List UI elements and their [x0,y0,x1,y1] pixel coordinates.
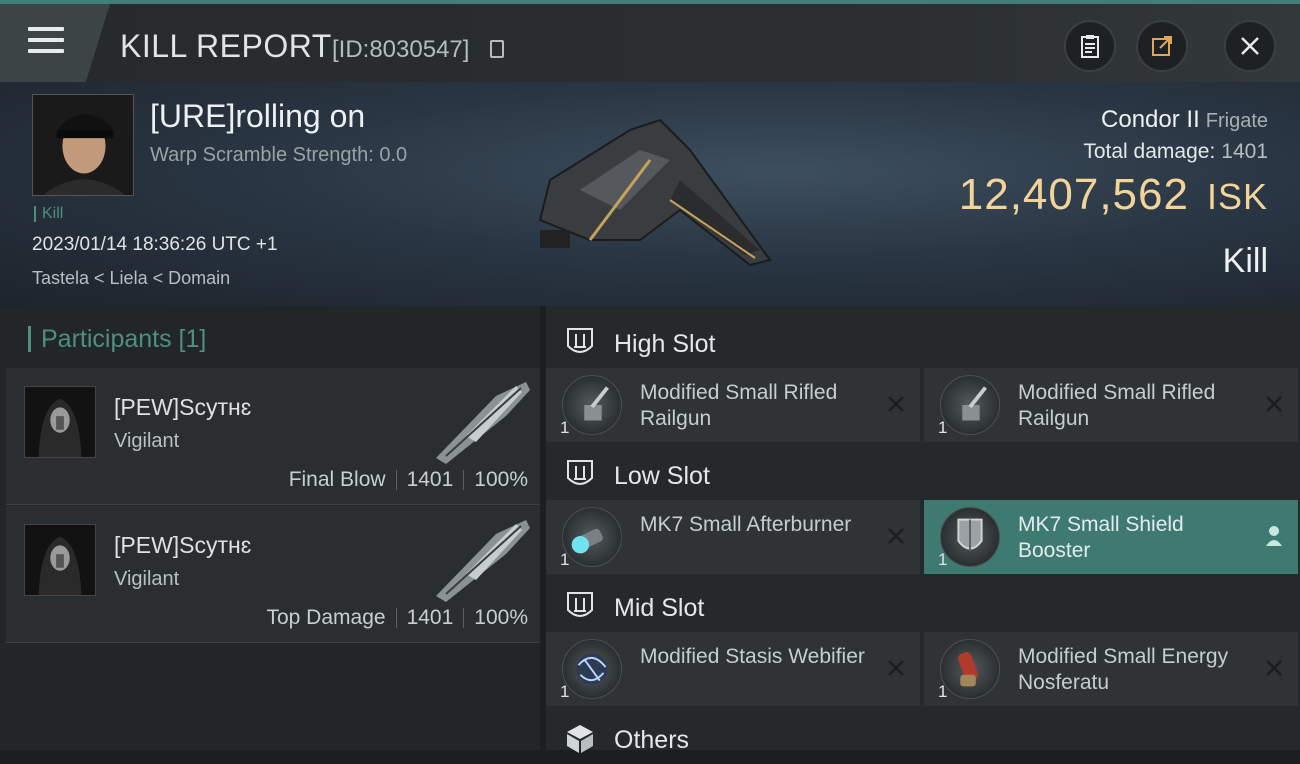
ship-name: Condor II [1101,106,1200,133]
hamburger-icon [28,27,64,53]
menu-button[interactable] [0,4,110,82]
module-name: Modified Small Rifled Railgun [1018,381,1216,430]
module-quantity: 1 [938,418,948,437]
cube-icon [567,725,593,753]
total-damage-value: 1401 [1221,140,1268,163]
mid-slot-icon [567,592,593,617]
module-item[interactable]: 1 Modified Small Rifled Railgun [924,368,1298,442]
participant-role: Final Blow [288,468,386,491]
participant-stats: Top Damage 1401 100% [266,606,528,630]
total-damage-label: Total damage: [1083,140,1216,163]
module-item[interactable]: 1 Modified Small Energy Nosferatu [924,632,1298,706]
destroyed-x-icon [1266,660,1282,676]
victim-ship[interactable]: Condor II Frigate [1101,106,1268,134]
destroyed-x-icon [1266,396,1282,412]
participants-panel: Participants [1] [PEW]Scутнɛ Vigilant Fi… [0,306,540,750]
module-name: Modified Small Rifled Railgun [640,381,838,430]
kill-location[interactable]: Tastela < Liela < Domain [32,268,230,289]
participant-name: [PEW]Scутнɛ [114,394,252,420]
fitting-panel: High Slot 1 Modified Small Rifled Railgu… [546,306,1300,754]
clipboard-icon [1081,35,1099,58]
module-item-highlighted[interactable]: 1 MK7 Small Shield Booster [924,500,1298,574]
low-slot-header: Low Slot [546,444,1300,500]
participant-portrait [24,386,96,458]
isk-value: 12,407,562 ISK [959,170,1268,220]
window-title: KILL REPORT [120,28,332,64]
mid-slot-title: Mid Slot [614,594,705,622]
copy-icon[interactable] [490,40,504,58]
energy-nosferatu-icon [940,639,1000,699]
participant-role: Top Damage [266,606,386,629]
high-slot-icon [567,328,593,353]
participant-stats: Final Blow 1401 100% [289,468,528,492]
close-button[interactable] [1224,20,1276,72]
total-damage: Total damage: 1401 [1083,140,1268,164]
module-quantity: 1 [938,682,948,701]
victim-header: [URE]rolling on Warp Scramble Strength: … [0,82,1300,306]
person-icon [1266,526,1282,546]
railgun-icon [562,375,622,435]
participant-ship-image [436,382,530,464]
module-name: MK7 Small Afterburner [640,513,852,536]
result-label: Kill [1222,242,1268,280]
participant-card[interactable]: [PEW]Scутнɛ Vigilant Top Damage 1401 100% [6,506,540,643]
participant-ship: Vigilant [114,430,180,452]
isk-amount: 12,407,562 [958,170,1189,219]
clipboard-button[interactable] [1064,20,1116,72]
participant-name: [PEW]Scутнɛ [114,532,252,558]
report-id: [ID:8030547] [332,36,470,63]
participant-ship-image [436,520,530,602]
victim-name[interactable]: [URE]rolling on [150,98,365,135]
module-name: Modified Small Energy Nosferatu [1018,645,1229,694]
share-icon [1152,36,1172,56]
kill-tag: Kill [34,206,63,222]
mid-slot-header: Mid Slot [546,576,1300,632]
ship-class: Frigate [1205,110,1268,132]
module-item[interactable]: 1 Modified Small Rifled Railgun [546,368,920,442]
module-quantity: 1 [938,550,948,569]
railgun-icon [940,375,1000,435]
participant-ship: Vigilant [114,568,180,590]
others-header: Others [546,708,1300,764]
module-item[interactable]: 1 MK7 Small Afterburner [546,500,920,574]
title-bar: KILL REPORT [ID:8030547] [0,0,1300,82]
destroyed-x-icon [888,660,904,676]
participant-portrait [24,524,96,596]
low-slot-title: Low Slot [614,462,710,490]
module-quantity: 1 [560,550,570,569]
others-title: Others [614,726,690,754]
victim-portrait[interactable] [32,94,134,196]
module-quantity: 1 [560,682,570,701]
close-icon [1241,37,1259,55]
participant-damage: 1401 [406,606,454,629]
participant-card[interactable]: [PEW]Scутнɛ Vigilant Final Blow 1401 100% [6,368,540,505]
participant-percent: 100% [474,606,528,629]
shield-booster-icon [940,507,1000,567]
module-item[interactable]: 1 Modified Stasis Webifier [546,632,920,706]
warp-scramble-strength: Warp Scramble Strength: 0.0 [150,144,408,166]
isk-unit: ISK [1206,176,1268,217]
high-slot-header: High Slot [546,312,1300,368]
module-quantity: 1 [560,418,570,437]
module-name: Modified Stasis Webifier [640,645,865,668]
afterburner-icon [562,507,622,567]
destroyed-x-icon [888,528,904,544]
participant-damage: 1401 [406,468,454,491]
share-button[interactable] [1136,20,1188,72]
destroyed-x-icon [888,396,904,412]
stasis-webifier-icon [562,639,622,699]
module-name: MK7 Small Shield Booster [1018,513,1184,562]
participants-title: Participants [1] [28,326,206,352]
participant-percent: 100% [474,468,528,491]
high-slot-title: High Slot [614,330,716,358]
low-slot-icon [567,460,593,485]
victim-ship-image [538,118,772,267]
kill-datetime: 2023/01/14 18:36:26 UTC +1 [32,234,278,255]
